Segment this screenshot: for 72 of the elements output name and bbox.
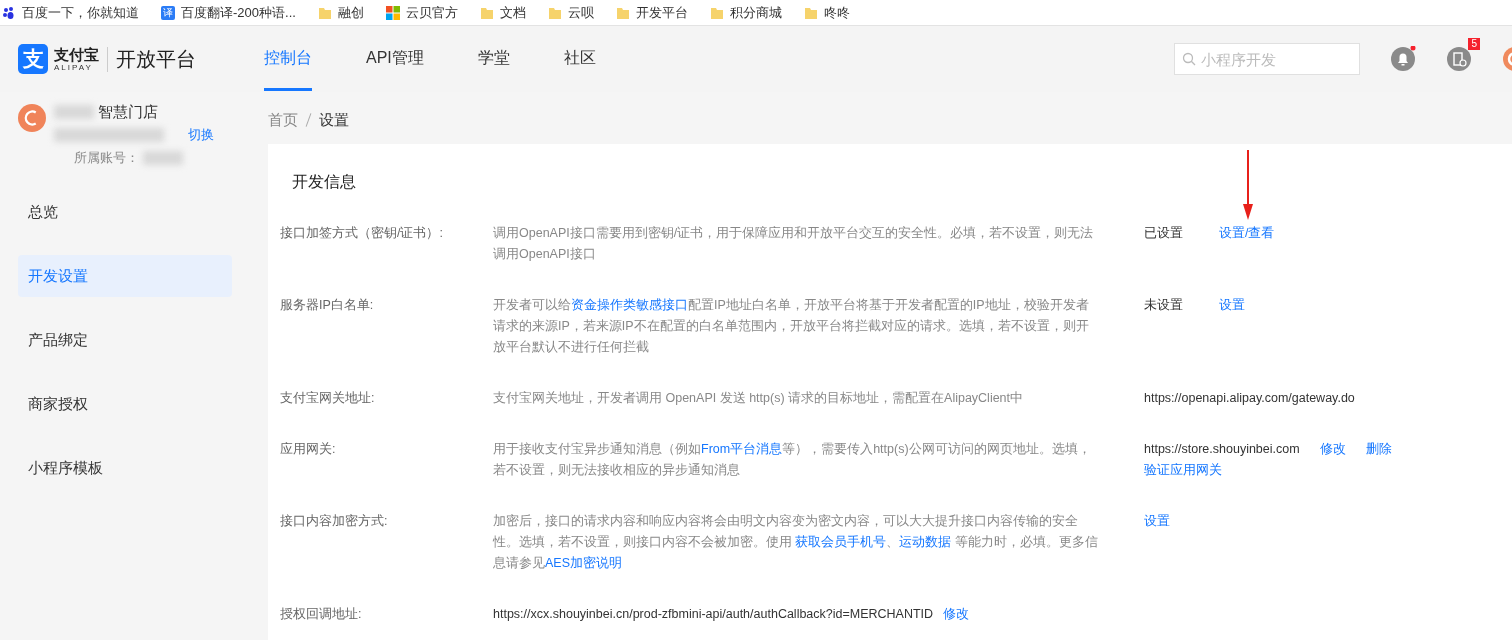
- bookmark[interactable]: 积分商城: [709, 3, 782, 22]
- folder-icon: [547, 5, 562, 20]
- message-icon[interactable]: [1446, 46, 1472, 72]
- bookmark[interactable]: 云呗: [547, 3, 594, 22]
- setting-status: 未设置: [1144, 297, 1183, 314]
- nav-tab[interactable]: API管理: [366, 27, 424, 91]
- action-link[interactable]: 设置: [1219, 298, 1245, 312]
- folder-icon: [709, 5, 724, 20]
- setting-description: 支付宝网关地址，开发者调用 OpenAPI 发送 http(s) 请求的目标地址，需配置在AlipayClient中: [493, 390, 1025, 407]
- description-link[interactable]: 运动数据: [899, 535, 952, 549]
- brand-latin: ALIPAY: [54, 63, 94, 72]
- description-link[interactable]: 修改: [943, 607, 970, 621]
- setting-description: 调用OpenAPI接口需要用到密钥/证书，用于保障应用和开放平台交互的安全性。必填，若不设置，则无法调用OpenAPI接口: [493, 225, 1095, 263]
- bookmark[interactable]: 融创: [317, 3, 364, 22]
- tiles-icon: [385, 5, 400, 20]
- setting-description: 加密后，接口的请求内容和响应内容将会由明文内容变为密文内容，可以大大提升接口内容传输的安全性。选填，若不设置，则接口内容不会被加密。使用 获取会员手机号、运动数据 等能力时，必填。更多信息请参见AES加密说明: [493, 513, 1098, 572]
- action-link[interactable]: 修改: [1319, 442, 1346, 456]
- description-link[interactable]: From平台消息: [701, 442, 783, 456]
- nav-tab[interactable]: 学堂: [477, 27, 510, 91]
- setting-label: 支付宝网关地址:: [280, 390, 376, 407]
- action-link[interactable]: 验证应用网关: [1144, 463, 1222, 477]
- setting-label: 服务器IP白名单:: [280, 297, 375, 314]
- bookmark[interactable]: 百度一下，你就知道: [2, 3, 139, 22]
- description-link[interactable]: 获取会员手机号: [795, 535, 887, 549]
- store-avatar-icon: [18, 104, 46, 132]
- translate-icon: 译: [161, 5, 175, 20]
- sidebar-item[interactable]: 商家授权: [18, 383, 232, 425]
- breadcrumb-link[interactable]: 设置: [319, 110, 349, 130]
- action-link[interactable]: 设置: [1144, 514, 1170, 528]
- setting-label: 接口内容加密方式:: [280, 513, 389, 530]
- setting-description: https://xcx.shouyinbei.cn/prod-zfbmini-api/auth/authCallback?id=MERCHANTID 修改: [493, 606, 971, 623]
- switch-link[interactable]: 切换: [188, 126, 214, 144]
- setting-label: 应用网关:: [280, 441, 337, 458]
- setting-label: 授权回调地址:: [280, 606, 363, 623]
- message-badge: 5: [1468, 38, 1480, 50]
- brand-name: 支付宝: [54, 46, 99, 62]
- bookmark[interactable]: 咚咚: [803, 3, 850, 22]
- folder-icon: [615, 5, 630, 20]
- sidebar-item[interactable]: 产品绑定: [18, 319, 232, 361]
- sidebar-item[interactable]: 总览: [18, 191, 232, 233]
- setting-value: https://store.shouyinbei.com: [1144, 441, 1300, 458]
- folder-icon: [803, 5, 818, 20]
- setting-label: 接口加签方式（密钥/证书）:: [280, 225, 444, 242]
- bell-icon[interactable]: [1390, 46, 1416, 72]
- folder-icon: [317, 5, 332, 20]
- sidebar-item[interactable]: 小程序模板: [18, 447, 232, 489]
- description-link[interactable]: 资金操作类敏感接口: [571, 298, 688, 312]
- folder-icon: [479, 5, 494, 20]
- redaction-blur: [143, 151, 183, 165]
- redaction-blur: [54, 105, 94, 119]
- search-icon: [1182, 52, 1196, 66]
- bookmark[interactable]: 文档: [479, 3, 526, 22]
- sidebar-item[interactable]: 开发设置: [18, 255, 232, 297]
- setting-description: 开发者可以给资金操作类敏感接口配置IP地址白名单，开放平台将基于开发者配置的IP地址，校验开发者请求的来源IP，若来源IP不在配置的白名单范围内，开放平台将拦截对应的请求。选填，若不设置，则开放平台默认不进行任何拦截: [493, 297, 1090, 356]
- action-link[interactable]: 设置/查看: [1219, 226, 1275, 240]
- account-label: 所属账号：: [74, 149, 139, 167]
- product-name: 开放平台: [116, 46, 196, 72]
- nav-tab[interactable]: 控制台: [264, 27, 312, 91]
- paw-icon: [2, 5, 16, 20]
- setting-value: https://openapi.alipay.com/gateway.do: [1144, 390, 1355, 407]
- action-link[interactable]: 删除: [1365, 442, 1392, 456]
- search-field[interactable]: 小程序开发: [1174, 43, 1360, 75]
- section-title: 开发信息: [292, 172, 357, 192]
- description-link[interactable]: AES加密说明: [545, 556, 622, 570]
- bookmark[interactable]: 开发平台: [615, 3, 688, 22]
- store-name: 智慧门店: [98, 102, 158, 122]
- bookmark[interactable]: 云贝官方: [385, 3, 458, 22]
- nav-tab[interactable]: 社区: [563, 27, 596, 91]
- setting-status: 已设置: [1144, 225, 1183, 242]
- logo-icon: 支: [18, 44, 48, 74]
- bookmark[interactable]: 译 百度翻译-200种语...: [161, 3, 296, 22]
- setting-description: 用于接收支付宝异步通知消息（例如From平台消息等），需要传入http(s)公网可访问的网页地址。选填，若不设置，则无法接收相应的异步通知消息: [493, 441, 1092, 479]
